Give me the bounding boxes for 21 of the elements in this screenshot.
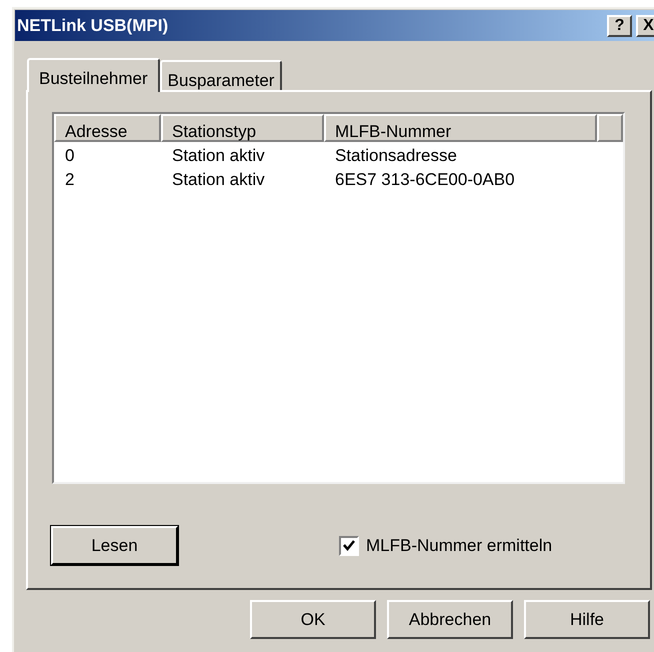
tab[interactable]: Busteilnehmer (27, 58, 160, 92)
table-cell-text: 6ES7 313-6CE00-0AB0 (334, 169, 516, 192)
read-button[interactable]: Lesen (51, 526, 178, 565)
column-header[interactable]: Stationstyp (161, 114, 324, 142)
dialog-button[interactable]: OK (250, 600, 376, 639)
window-title: NETLink USB(MPI) (17, 14, 168, 37)
table-cell-text: Station aktiv (171, 169, 266, 192)
table-cell-text: Stationsadresse (334, 145, 458, 168)
checkbox-label[interactable]: MLFB-Nummer ermitteln (366, 532, 552, 558)
dialog-button[interactable]: Hilfe (524, 600, 650, 639)
column-header[interactable]: MLFB-Nummer (324, 114, 597, 142)
checkbox[interactable] (339, 536, 359, 556)
tab[interactable]: Busparameter (160, 60, 282, 90)
table-cell-text: 2 (64, 169, 76, 192)
column-header[interactable]: Adresse (54, 114, 161, 142)
dialog-button[interactable]: Abbrechen (387, 600, 513, 639)
close-button[interactable]: X (636, 14, 654, 36)
help-button[interactable]: ? (607, 14, 632, 36)
check-icon (343, 540, 355, 551)
table-cell-text: 0 (64, 145, 76, 168)
table-cell-text: Station aktiv (171, 145, 266, 168)
